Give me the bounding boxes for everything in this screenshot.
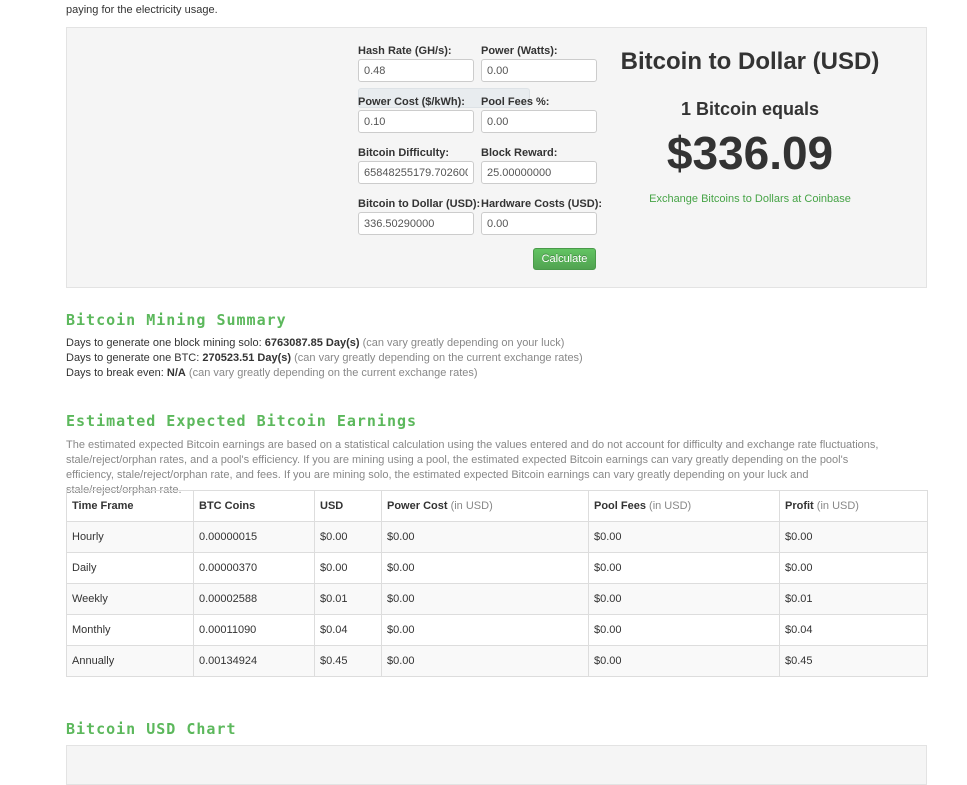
hash-rate-label: Hash Rate (GH/s): [358, 45, 452, 57]
cell-btc-coins: 0.00011090 [193, 614, 315, 646]
summary-break-even-label: Days to break even: [66, 367, 164, 379]
summary-btc-label: Days to generate one BTC: [66, 352, 200, 364]
cell-time-frame: Monthly [66, 614, 194, 646]
cell-power-cost: $0.00 [381, 583, 589, 615]
table-row: Monthly 0.00011090 $0.04 $0.00 $0.00 $0.… [66, 614, 928, 646]
difficulty-input[interactable] [358, 161, 474, 184]
power-label: Power (Watts): [481, 45, 558, 57]
chart-section-title: Bitcoin USD Chart [66, 720, 237, 738]
summary-line-solo: Days to generate one block mining solo: … [66, 337, 564, 349]
cell-usd: $0.01 [314, 583, 382, 615]
summary-btc-note: (can vary greatly depending on the curre… [294, 352, 583, 364]
cell-btc-coins: 0.00002588 [193, 583, 315, 615]
cell-usd: $0.04 [314, 614, 382, 646]
header-pool-fees: Pool Fees (in USD) [588, 490, 780, 522]
summary-solo-note: (can vary greatly depending on your luck… [362, 337, 565, 349]
chart-container [66, 745, 927, 785]
cell-pool-fees: $0.00 [588, 645, 780, 677]
cell-profit: $0.00 [779, 521, 928, 553]
cell-time-frame: Hourly [66, 521, 194, 553]
hardware-costs-input[interactable] [481, 212, 597, 235]
summary-solo-label: Days to generate one block mining solo: [66, 337, 262, 349]
cell-profit: $0.45 [779, 645, 928, 677]
cell-profit: $0.04 [779, 614, 928, 646]
cell-btc-coins: 0.00134924 [193, 645, 315, 677]
cell-pool-fees: $0.00 [588, 552, 780, 584]
power-cost-input[interactable] [358, 110, 474, 133]
cell-profit: $0.00 [779, 552, 928, 584]
rate-value: $336.09 [666, 127, 834, 179]
cell-time-frame: Weekly [66, 583, 194, 615]
summary-line-btc: Days to generate one BTC: 270523.51 Day(… [66, 352, 583, 364]
hardware-costs-label: Hardware Costs (USD): [481, 198, 603, 210]
cell-usd: $0.00 [314, 521, 382, 553]
power-input[interactable] [481, 59, 597, 82]
cell-pool-fees: $0.00 [588, 614, 780, 646]
btc-usd-label: Bitcoin to Dollar (USD): [358, 198, 481, 210]
table-row: Hourly 0.00000015 $0.00 $0.00 $0.00 $0.0… [66, 521, 928, 553]
header-time-frame: Time Frame [66, 490, 194, 522]
power-cost-label: Power Cost ($/kWh): [358, 96, 465, 108]
cell-usd: $0.45 [314, 645, 382, 677]
hash-rate-input[interactable] [358, 59, 474, 82]
block-reward-input[interactable] [481, 161, 597, 184]
pool-fees-label: Pool Fees %: [481, 96, 550, 108]
summary-title: Bitcoin Mining Summary [66, 311, 287, 329]
cell-usd: $0.00 [314, 552, 382, 584]
rate-title: Bitcoin to Dollar (USD) [620, 48, 880, 75]
table-row: Annually 0.00134924 $0.45 $0.00 $0.00 $0… [66, 645, 928, 677]
cell-profit: $0.01 [779, 583, 928, 615]
cell-time-frame: Daily [66, 552, 194, 584]
earnings-description: The estimated expected Bitcoin earnings … [66, 439, 879, 496]
header-profit: Profit (in USD) [779, 490, 928, 522]
summary-btc-value: 270523.51 Day(s) [202, 352, 292, 364]
header-power-cost: Power Cost (in USD) [381, 490, 589, 522]
cell-time-frame: Annually [66, 645, 194, 677]
block-reward-label: Block Reward: [481, 147, 558, 159]
pool-fees-input[interactable] [481, 110, 597, 133]
cell-btc-coins: 0.00000015 [193, 521, 315, 553]
rate-equals-text: 1 Bitcoin equals [680, 99, 820, 119]
header-usd: USD [314, 490, 382, 522]
cell-btc-coins: 0.00000370 [193, 552, 315, 584]
cell-pool-fees: $0.00 [588, 521, 780, 553]
cell-power-cost: $0.00 [381, 552, 589, 584]
difficulty-label: Bitcoin Difficulty: [358, 147, 450, 159]
table-row: Daily 0.00000370 $0.00 $0.00 $0.00 $0.00 [66, 552, 928, 584]
btc-usd-input[interactable] [358, 212, 474, 235]
calculate-button[interactable]: Calculate [533, 248, 596, 270]
cell-power-cost: $0.00 [381, 645, 589, 677]
cell-pool-fees: $0.00 [588, 583, 780, 615]
cell-power-cost: $0.00 [381, 521, 589, 553]
earnings-table: Time Frame BTC Coins USD Power Cost (in … [66, 490, 928, 677]
summary-solo-value: 6763087.85 Day(s) [264, 337, 360, 349]
header-btc-coins: BTC Coins [193, 490, 315, 522]
earnings-title: Estimated Expected Bitcoin Earnings [66, 412, 418, 430]
coinbase-exchange-link[interactable]: Exchange Bitcoins to Dollars at Coinbase [620, 193, 880, 205]
cell-power-cost: $0.00 [381, 614, 589, 646]
table-row: Weekly 0.00002588 $0.01 $0.00 $0.00 $0.0… [66, 583, 928, 615]
summary-break-even-value: N/A [166, 367, 186, 379]
intro-text: paying for the electricity usage. [66, 4, 218, 16]
summary-line-break-even: Days to break even: N/A (can vary greatl… [66, 367, 478, 379]
summary-break-even-note: (can vary greatly depending on the curre… [188, 367, 478, 379]
